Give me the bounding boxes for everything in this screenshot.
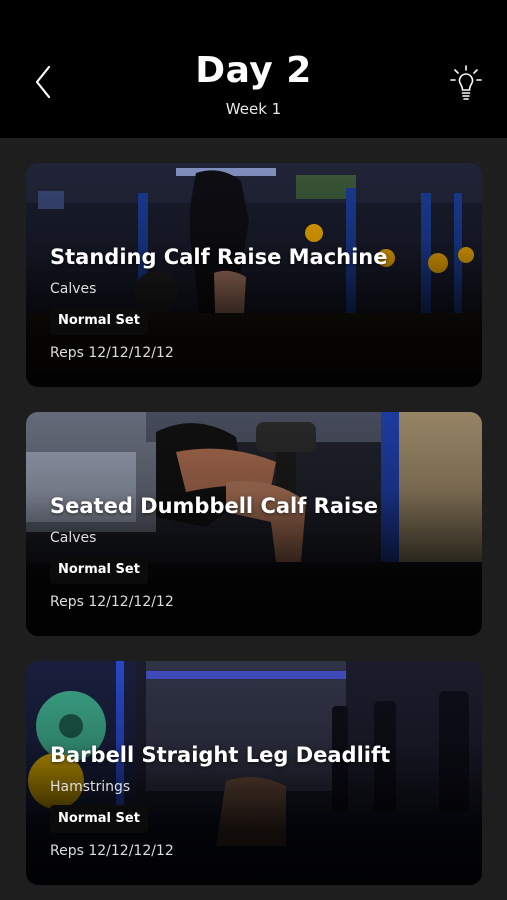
set-type-badge: Normal Set <box>50 805 148 833</box>
set-type-badge: Normal Set <box>50 307 148 335</box>
top-bar: Day 2 Week 1 <box>0 0 507 138</box>
set-type-badge: Normal Set <box>50 556 148 584</box>
exercise-name: Seated Dumbbell Calf Raise <box>50 494 378 518</box>
exercise-name: Standing Calf Raise Machine <box>50 245 388 269</box>
exercise-reps: Reps 12/12/12/12 <box>50 594 174 610</box>
exercise-reps: Reps 12/12/12/12 <box>50 345 174 361</box>
exercise-card[interactable]: Seated Dumbbell Calf Raise Calves Normal… <box>26 412 482 636</box>
lightbulb-icon <box>450 65 482 100</box>
exercise-muscle: Calves <box>50 530 97 546</box>
exercise-name: Barbell Straight Leg Deadlift <box>50 743 391 767</box>
exercise-reps: Reps 12/12/12/12 <box>50 843 174 859</box>
tips-button[interactable] <box>448 64 484 104</box>
exercise-muscle: Hamstrings <box>50 779 131 795</box>
exercise-card[interactable]: Standing Calf Raise Machine Calves Norma… <box>26 163 482 387</box>
page-subtitle: Week 1 <box>225 100 282 118</box>
exercise-card[interactable]: Barbell Straight Leg Deadlift Hamstrings… <box>26 661 482 885</box>
page-title: Day 2 <box>195 50 312 91</box>
exercise-muscle: Calves <box>50 281 97 297</box>
